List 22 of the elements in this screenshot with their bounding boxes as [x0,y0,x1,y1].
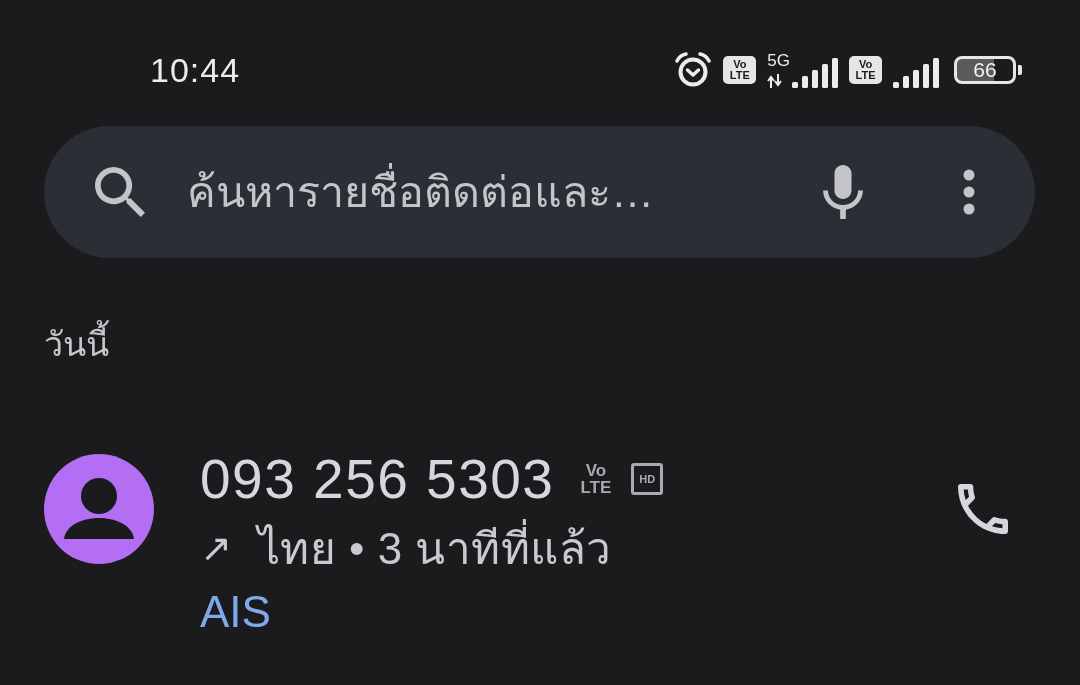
signal-bars-icon [792,58,838,88]
clock-time: 10:44 [150,50,241,90]
data-arrows-icon [767,74,784,88]
search-bar[interactable]: ค้นหารายชื่อติดต่อและ… [44,126,1035,258]
more-options-icon[interactable] [963,169,975,215]
volte-label: Vo LTE [580,462,612,496]
call-details: ไทย • 3 นาทีที่แล้ว [257,513,612,583]
volte-indicator: Vo LTE [849,56,882,84]
battery-indicator: 66 [954,56,1022,84]
carrier-label: AIS [200,586,271,638]
search-field[interactable]: ค้นหารายชื่อติดต่อและ… [187,160,793,224]
call-icon[interactable] [958,484,1008,534]
network-type-label: 5G [767,52,790,69]
alarm-clock-icon [674,52,713,88]
phone-number: 093 256 5303 [200,447,555,511]
search-icon [95,167,145,217]
microphone-icon[interactable] [823,165,863,219]
volte-indicator: Vo LTE [723,56,757,84]
call-direction-arrow: ↗ [200,526,232,570]
signal-bars-icon [893,58,939,88]
section-header: วันนี้ [44,318,109,370]
hd-label: HD [631,463,664,495]
